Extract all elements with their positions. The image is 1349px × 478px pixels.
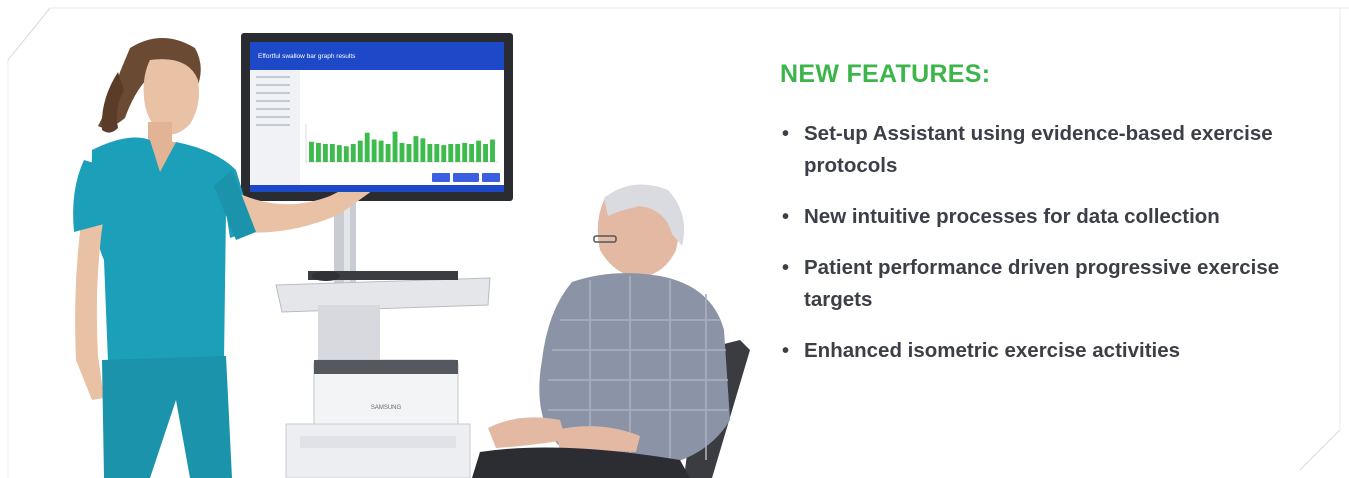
screen-chart-bar [462, 142, 468, 163]
feature-item: • New intuitive processes for data colle… [780, 201, 1325, 233]
screen-chart-bar [385, 144, 391, 162]
features-list: • Set-up Assistant using evidence-based … [780, 118, 1325, 386]
bullet-icon: • [782, 257, 790, 279]
feature-label: Enhanced isometric exercise activities [804, 339, 1181, 362]
printer-brand: SAMSUNG [371, 405, 402, 411]
screen-chart-bar [364, 132, 370, 162]
feature-label: Patient performance driven progressive e… [804, 256, 1280, 311]
screen-button-2 [453, 173, 479, 182]
screen-chart-bar [441, 145, 447, 163]
screen-footer [250, 185, 504, 192]
screen-chart-bar [399, 142, 405, 163]
screen-chart-bar [378, 140, 384, 163]
features-heading: NEW FEATURES: [780, 60, 991, 88]
screen-button-1 [432, 173, 450, 182]
screen-chart-bar [329, 144, 335, 162]
screen-chart-bar [343, 146, 349, 162]
screen-chart-bar [455, 144, 461, 162]
bullet-icon: • [782, 123, 790, 145]
patient-figure [472, 184, 750, 478]
screen-chart-bar [336, 145, 342, 163]
screen-bar-chart [305, 124, 498, 163]
screen-chart-bar [420, 138, 426, 163]
cart-body [318, 305, 380, 365]
feature-item: • Enhanced isometric exercise activities [780, 335, 1325, 367]
feature-item: • Patient performance driven progressive… [780, 252, 1325, 316]
feature-label: New intuitive processes for data collect… [804, 205, 1220, 228]
feature-item: • Set-up Assistant using evidence-based … [780, 118, 1325, 182]
screen-chart-bar [483, 144, 488, 162]
screen-chart-bar [371, 139, 377, 162]
stage: SAMSUNG Effortful swallow bar graph resu… [0, 0, 1349, 478]
screen-chart-bar [392, 131, 398, 163]
screen-chart-bar [357, 140, 363, 163]
screen-chart-bar [316, 142, 321, 163]
screen-chart-bar [469, 144, 475, 162]
screen-chart-bar [322, 144, 328, 162]
keyboard-tray [275, 277, 491, 313]
bullet-icon: • [782, 206, 790, 228]
screen-chart-bar [427, 144, 433, 162]
screen-chart-bar [434, 144, 440, 162]
screen-chart-bar [413, 136, 419, 163]
screen-chart-bar [490, 139, 495, 162]
cart-base [285, 423, 471, 478]
screen-chart-bar [350, 144, 356, 162]
screen-chart-bar [406, 144, 412, 162]
screen-chart-bar [476, 140, 482, 163]
monitor-screen: Effortful swallow bar graph results [250, 42, 504, 192]
screen-button-3 [482, 173, 500, 182]
feature-label: Set-up Assistant using evidence-based ex… [804, 122, 1273, 177]
screen-chart-bar [448, 144, 454, 162]
bullet-icon: • [782, 340, 790, 362]
screen-chart-bar [309, 141, 314, 162]
